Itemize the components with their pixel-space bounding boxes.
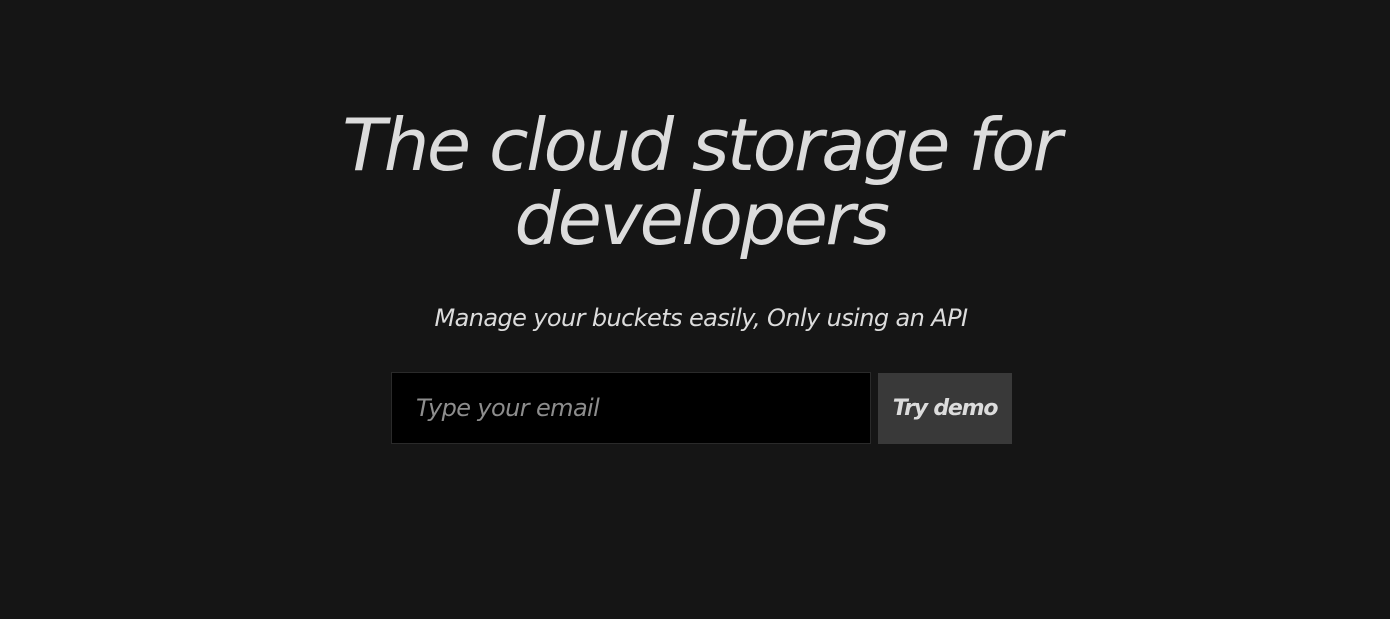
signup-form: Try demo — [391, 372, 1012, 444]
page-title: The cloud storage for developers — [0, 108, 1390, 256]
headline-line-1: The cloud storage for — [342, 103, 1062, 187]
headline-line-2: developers — [514, 177, 890, 261]
try-demo-button[interactable]: Try demo — [878, 373, 1012, 444]
subtitle: Manage your buckets easily, Only using a… — [434, 304, 968, 332]
email-input[interactable] — [391, 372, 871, 444]
hero-section: The cloud storage for developers Manage … — [0, 0, 1390, 619]
